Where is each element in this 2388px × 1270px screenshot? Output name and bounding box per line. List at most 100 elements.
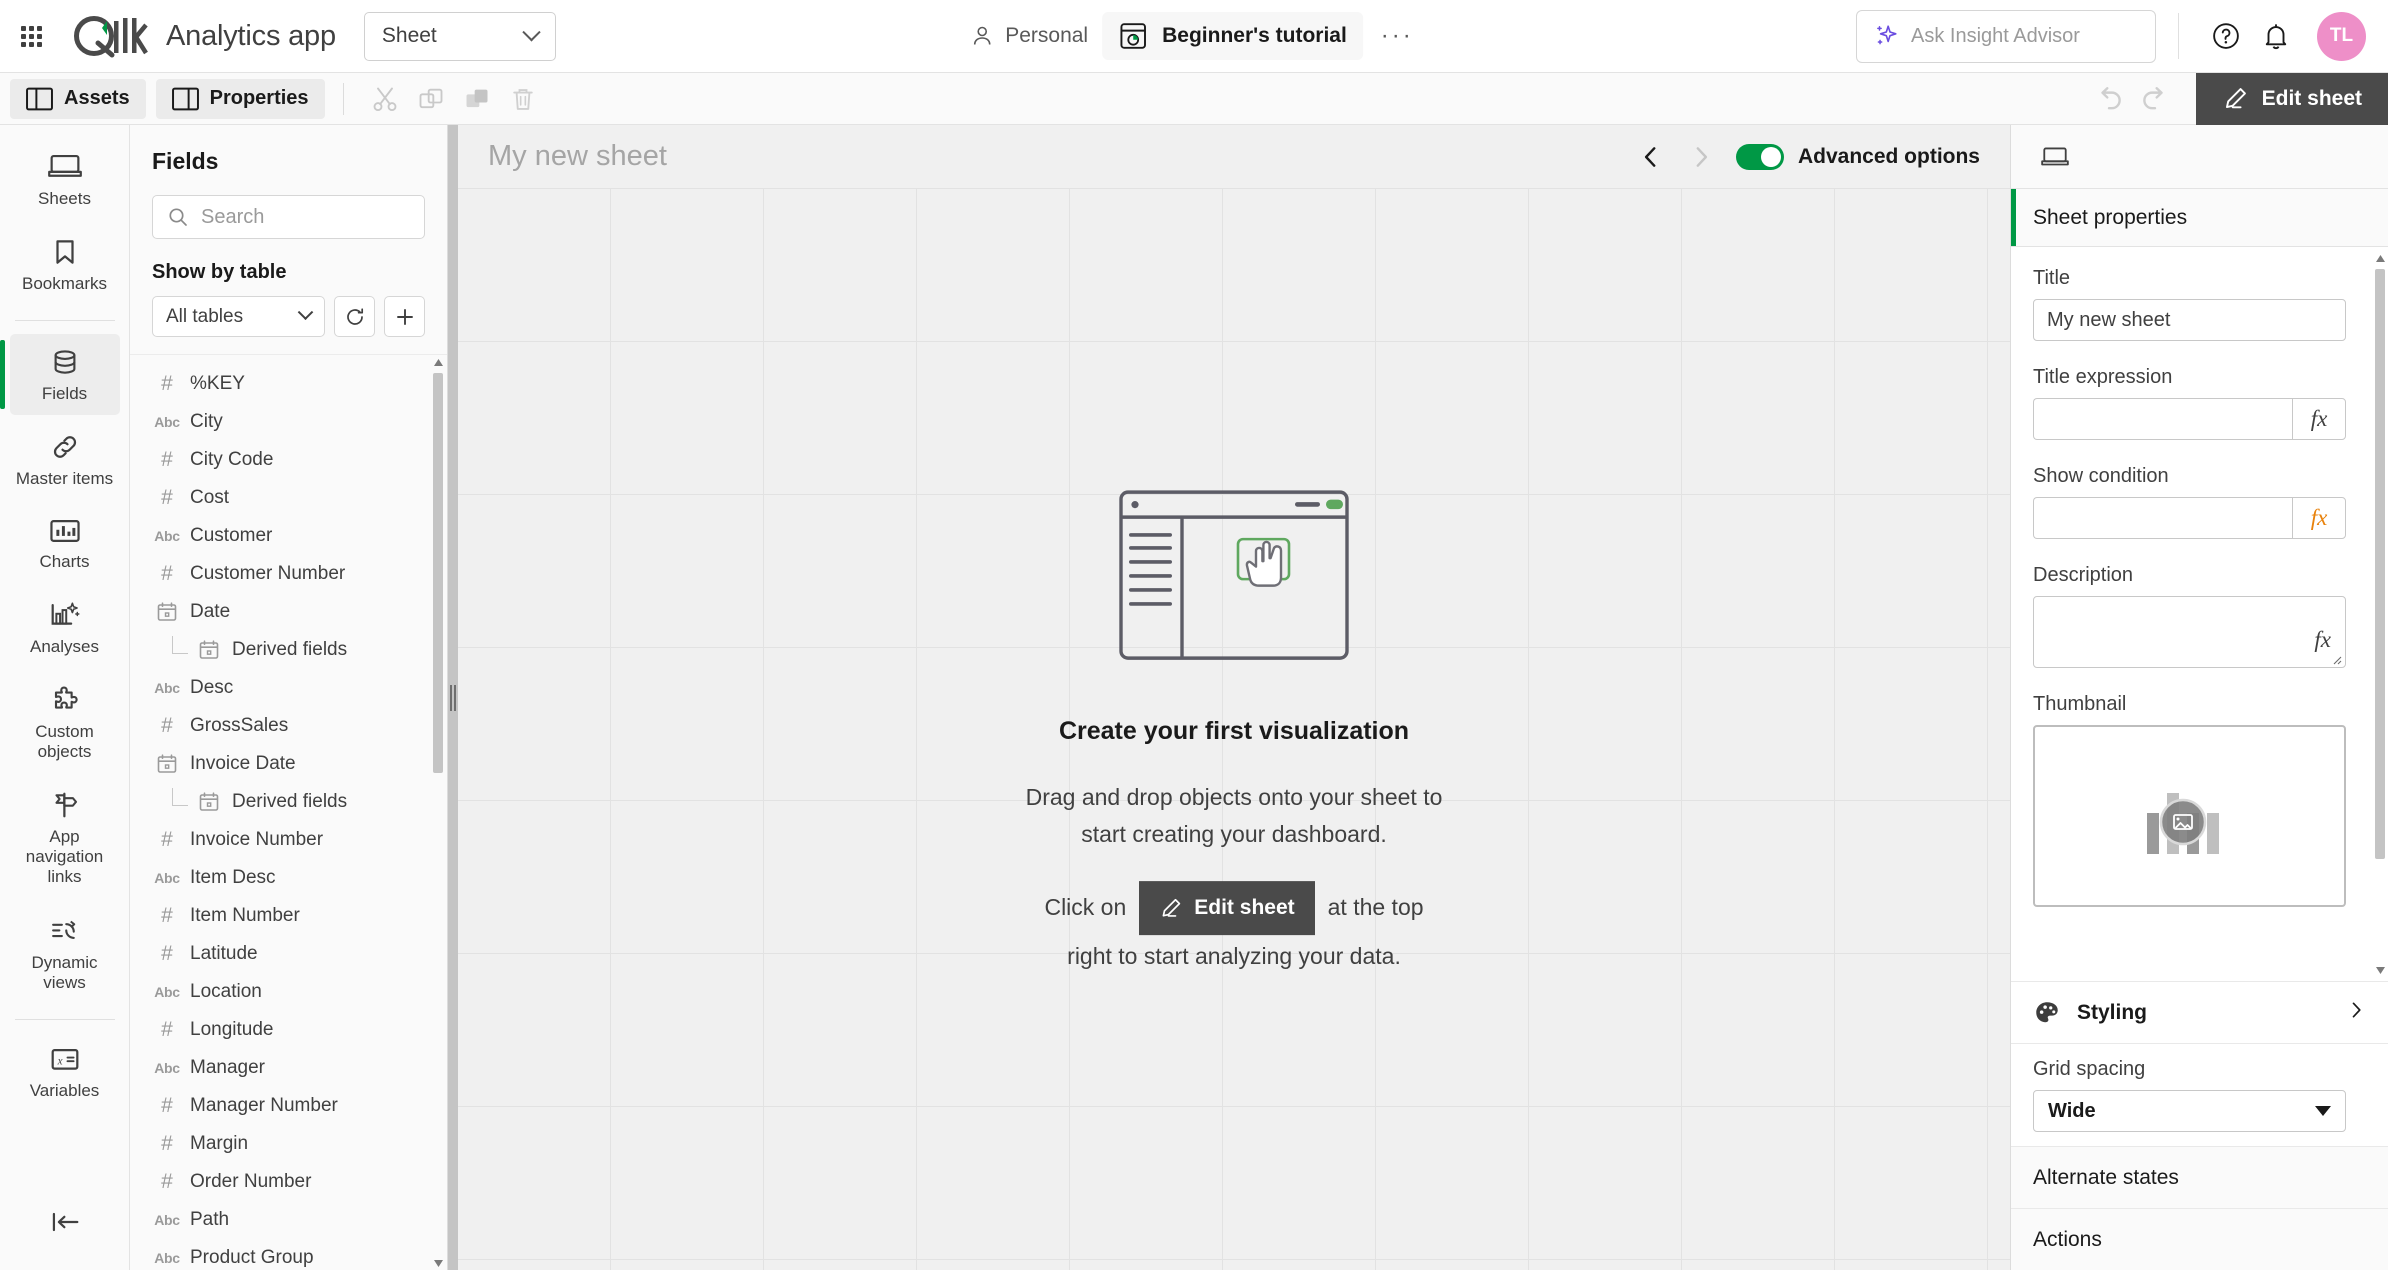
refresh-fields-button[interactable] [334, 296, 375, 337]
field-list-item[interactable]: # Manager Number [130, 1087, 447, 1125]
field-list-item[interactable]: Abc Item Desc [130, 859, 447, 897]
field-list-item[interactable]: Abc Desc [130, 669, 447, 707]
actions-row[interactable]: Actions [2011, 1208, 2388, 1270]
scroll-up-arrow[interactable] [432, 355, 444, 369]
sheet-properties-section-header[interactable]: Sheet properties [2011, 189, 2388, 247]
title-input[interactable]: My new sheet [2033, 299, 2346, 341]
field-list-item[interactable]: Abc Path [130, 1201, 447, 1239]
sidebar-item-label: Master items [15, 469, 114, 489]
insight-advisor-search[interactable]: Ask Insight Advisor [1856, 9, 2156, 63]
field-list-item[interactable]: # GrossSales [130, 707, 447, 745]
properties-scrollbar-thumb[interactable] [2375, 269, 2385, 859]
resize-grip-icon[interactable] [2330, 653, 2342, 665]
field-list-item[interactable]: Date [130, 593, 447, 631]
table-filter-select[interactable]: All tables [152, 296, 325, 337]
field-list-item[interactable]: # Item Number [130, 897, 447, 935]
app-launcher-button[interactable] [0, 0, 62, 73]
copy-button[interactable] [408, 76, 454, 122]
help-circle-icon [2213, 23, 2239, 49]
field-list-item[interactable]: Derived fields [130, 631, 447, 669]
bar-chart-icon [49, 520, 80, 543]
field-list-item[interactable]: # Margin [130, 1125, 447, 1163]
edit-sheet-button[interactable]: Edit sheet [2195, 72, 2388, 125]
fields-scrollbar[interactable] [432, 355, 444, 1270]
sidebar-item-charts[interactable]: Charts [10, 504, 120, 583]
field-list-item[interactable]: # Invoice Number [130, 821, 447, 859]
properties-scroll-down-arrow[interactable] [2374, 963, 2386, 977]
properties-toggle-button[interactable]: Properties [155, 78, 325, 119]
space-breadcrumb-label: Beginner's tutorial [1162, 24, 1347, 47]
space-breadcrumb[interactable]: Beginner's tutorial [1102, 12, 1363, 60]
field-list-item[interactable]: Abc Product Group [130, 1239, 447, 1270]
advanced-options-toggle[interactable] [1735, 143, 1784, 170]
redo-icon [2142, 86, 2163, 109]
description-textarea[interactable]: fx [2033, 596, 2346, 668]
personal-space-label: Personal [1005, 24, 1089, 47]
field-list-item[interactable]: # Cost [130, 479, 447, 517]
field-list-item[interactable]: # Customer Number [130, 555, 447, 593]
text-field-icon: Abc [154, 870, 180, 886]
thumbnail-picker[interactable] [2033, 725, 2346, 907]
alternate-states-row[interactable]: Alternate states [2011, 1146, 2388, 1208]
styling-row[interactable]: Styling [2011, 981, 2388, 1043]
show-condition-input[interactable] [2033, 497, 2292, 539]
sidebar-item-variables[interactable]: x Variables [10, 1033, 120, 1112]
properties-scroll-up-arrow[interactable] [2374, 251, 2386, 265]
assets-toggle-button[interactable]: Assets [10, 78, 146, 119]
variable-icon: x [51, 1048, 78, 1070]
field-list-item[interactable]: # %KEY [130, 365, 447, 403]
number-field-icon: # [161, 1132, 173, 1155]
grid-spacing-value: Wide [2048, 1099, 2096, 1122]
redo-button[interactable] [2132, 76, 2178, 122]
sheet-grid[interactable]: Create your first visualization Drag and… [458, 188, 2010, 1270]
scroll-down-arrow[interactable] [432, 1256, 444, 1270]
undo-button[interactable] [2086, 76, 2132, 122]
more-options-button[interactable]: ··· [1363, 21, 1432, 51]
properties-scrollbar[interactable] [2374, 251, 2386, 977]
sidebar-item-bookmarks[interactable]: Bookmarks [10, 224, 120, 305]
sidebar-item-fields[interactable]: Fields [0, 334, 120, 416]
caret-down-icon [2315, 1106, 2331, 1116]
field-list-item[interactable]: # City Code [130, 441, 447, 479]
asset-rail: Sheets Bookmarks Fields Master items Cha… [0, 125, 130, 1270]
description-fx-button[interactable]: fx [2314, 627, 2331, 653]
add-field-button[interactable] [384, 296, 425, 337]
sidebar-item-master-items[interactable]: Master items [10, 419, 120, 500]
field-list-item[interactable]: Abc Customer [130, 517, 447, 555]
sidebar-item-dynamic-views[interactable]: Dynamic views [10, 903, 120, 1004]
show-condition-fx-button[interactable]: fx [2292, 497, 2346, 539]
field-list-item[interactable]: Derived fields [130, 783, 447, 821]
search-input[interactable]: Search [152, 195, 425, 239]
previous-sheet-button[interactable] [1626, 132, 1676, 182]
qlik-logo[interactable] [72, 13, 148, 59]
sheet-selector[interactable]: Sheet [363, 11, 556, 61]
field-list-item[interactable]: # Order Number [130, 1163, 447, 1201]
notifications-button[interactable] [2251, 11, 2301, 61]
paste-button[interactable] [454, 76, 500, 122]
panel-splitter[interactable] [448, 125, 458, 1270]
collapse-rail-button[interactable] [49, 1209, 81, 1240]
sidebar-item-sheets[interactable]: Sheets [10, 139, 120, 220]
field-list-item[interactable]: Invoice Date [130, 745, 447, 783]
properties-scroll-region: Title My new sheet Title expression fx S… [2011, 247, 2388, 981]
title-expression-fx-button[interactable]: fx [2292, 398, 2346, 440]
fields-scrollbar-thumb[interactable] [433, 373, 443, 773]
grid-spacing-select[interactable]: Wide [2033, 1090, 2346, 1132]
tab-sheet-properties[interactable] [2033, 135, 2077, 179]
help-button[interactable] [2201, 11, 2251, 61]
delete-button[interactable] [500, 76, 546, 122]
title-expression-input[interactable] [2033, 398, 2292, 440]
next-sheet-button[interactable] [1676, 132, 1726, 182]
sidebar-item-app-navigation-links[interactable]: App navigation links [10, 777, 120, 898]
field-list-item[interactable]: # Longitude [130, 1011, 447, 1049]
cut-button[interactable] [362, 76, 408, 122]
field-list-item[interactable]: Abc City [130, 403, 447, 441]
sidebar-item-analyses[interactable]: Analyses [10, 587, 120, 668]
properties-panel-icon [171, 87, 199, 110]
field-list-item[interactable]: Abc Manager [130, 1049, 447, 1087]
personal-space-button[interactable]: Personal [956, 18, 1102, 54]
user-avatar[interactable]: TL [2317, 11, 2366, 61]
field-list-item[interactable]: Abc Location [130, 973, 447, 1011]
field-list-item[interactable]: # Latitude [130, 935, 447, 973]
sidebar-item-custom-objects[interactable]: Custom objects [10, 672, 120, 773]
